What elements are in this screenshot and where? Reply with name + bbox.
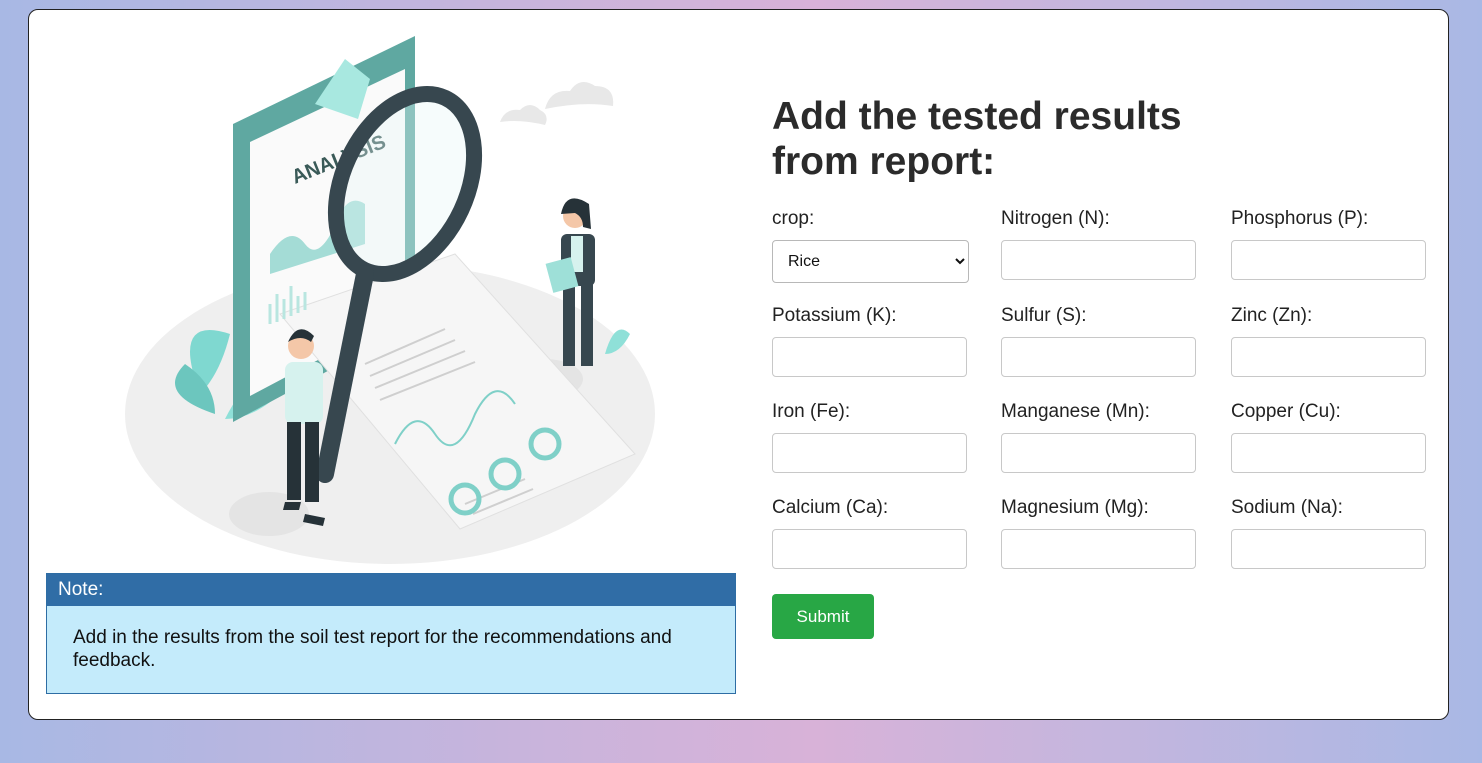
main-card: ANALYSIS Note: Add in the results from t… xyxy=(28,9,1449,720)
magnesium-field: Magnesium (Mg): xyxy=(1001,496,1198,569)
calcium-label: Calcium (Ca): xyxy=(772,497,889,518)
note-text: Add in the results from the soil test re… xyxy=(73,627,672,671)
iron-field: Iron (Fe): xyxy=(772,400,969,473)
copper-input[interactable] xyxy=(1231,433,1426,473)
sodium-input[interactable] xyxy=(1231,529,1426,569)
sulfur-label: Sulfur (S): xyxy=(1001,305,1087,326)
note-box: Note: Add in the results from the soil t… xyxy=(46,573,736,694)
copper-label: Copper (Cu): xyxy=(1231,401,1341,422)
potassium-input[interactable] xyxy=(772,337,967,377)
manganese-field: Manganese (Mn): xyxy=(1001,400,1198,473)
analysis-illustration: ANALYSIS xyxy=(125,36,655,564)
sulfur-input[interactable] xyxy=(1001,337,1196,377)
crop-field: crop: Rice xyxy=(772,207,969,283)
manganese-input[interactable] xyxy=(1001,433,1196,473)
sodium-field: Sodium (Na): xyxy=(1231,496,1428,569)
phosphorus-label: Phosphorus (P): xyxy=(1231,208,1369,229)
crop-select[interactable]: Rice xyxy=(772,240,969,283)
note-header: Note: xyxy=(47,574,735,606)
nitrogen-label: Nitrogen (N): xyxy=(1001,208,1110,229)
zinc-input[interactable] xyxy=(1231,337,1426,377)
page-title: Add the tested results from report: xyxy=(772,94,1212,184)
phosphorus-field: Phosphorus (P): xyxy=(1231,207,1428,280)
submit-button[interactable]: Submit xyxy=(772,594,874,639)
iron-input[interactable] xyxy=(772,433,967,473)
sodium-label: Sodium (Na): xyxy=(1231,497,1343,518)
nitrogen-field: Nitrogen (N): xyxy=(1001,207,1198,280)
magnesium-input[interactable] xyxy=(1001,529,1196,569)
iron-label: Iron (Fe): xyxy=(772,401,851,422)
sulfur-field: Sulfur (S): xyxy=(1001,304,1198,377)
manganese-label: Manganese (Mn): xyxy=(1001,401,1150,422)
nitrogen-input[interactable] xyxy=(1001,240,1196,280)
calcium-input[interactable] xyxy=(772,529,967,569)
copper-field: Copper (Cu): xyxy=(1231,400,1428,473)
zinc-field: Zinc (Zn): xyxy=(1231,304,1428,377)
page-title-text: Add the tested results from report: xyxy=(772,95,1182,183)
calcium-field: Calcium (Ca): xyxy=(772,496,969,569)
crop-label: crop: xyxy=(772,208,815,229)
magnesium-label: Magnesium (Mg): xyxy=(1001,497,1149,518)
potassium-field: Potassium (K): xyxy=(772,304,969,377)
phosphorus-input[interactable] xyxy=(1231,240,1426,280)
potassium-label: Potassium (K): xyxy=(772,305,897,326)
zinc-label: Zinc (Zn): xyxy=(1231,305,1313,326)
